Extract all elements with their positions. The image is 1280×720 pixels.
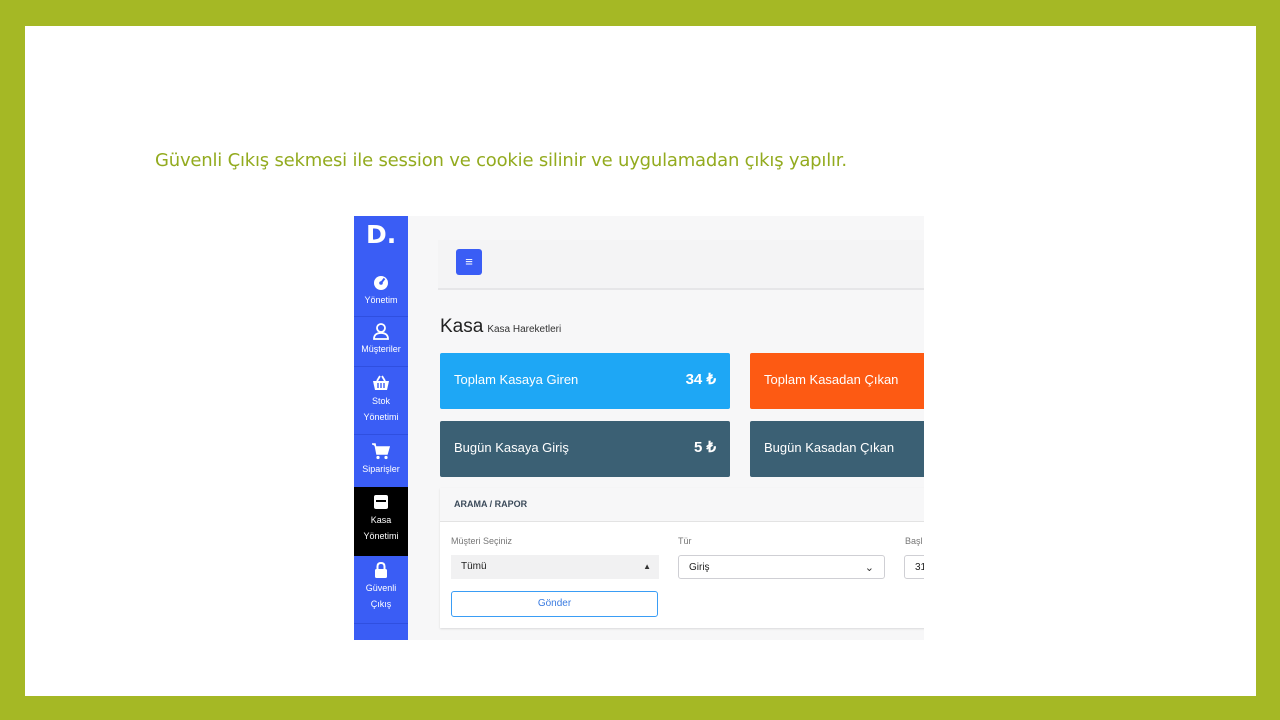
stat-card-total-out: Toplam Kasadan Çıkan bbox=[750, 353, 924, 409]
panel-title: ARAMA / RAPOR bbox=[454, 499, 528, 509]
type-select-value: Giriş bbox=[689, 562, 710, 573]
panel-header: ARAMA / RAPOR bbox=[440, 488, 924, 522]
top-bar: ≡ bbox=[438, 240, 924, 290]
sidebar-item-label: Siparişler bbox=[362, 464, 400, 474]
sidebar-item-kasa-yonetimi[interactable]: Kasa Yönetimi bbox=[354, 487, 408, 556]
customer-select-value: Tümü bbox=[461, 561, 487, 572]
sidebar-item-label: Müşteriler bbox=[361, 344, 401, 354]
customer-label: Müşteri Seçiniz bbox=[451, 536, 513, 546]
sidebar-item-label: Kasa bbox=[370, 515, 392, 525]
app-logo[interactable]: D. bbox=[354, 216, 408, 254]
sidebar-item-siparisler[interactable]: Siparişler bbox=[354, 441, 408, 477]
start-date-label: Başl bbox=[905, 536, 923, 546]
slide-caption: Güvenli Çıkış sekmesi ile session ve coo… bbox=[155, 150, 847, 171]
sidebar-item-label: Güvenli bbox=[365, 583, 397, 593]
sidebar-item-guvenli-cikis[interactable]: Güvenli Çıkış bbox=[354, 560, 408, 612]
search-report-panel: ARAMA / RAPOR Müşteri Seçiniz Tümü ▲ Tür… bbox=[440, 488, 924, 628]
submit-button[interactable]: Gönder bbox=[451, 591, 658, 617]
stat-card-total-in: Toplam Kasaya Giren 34 ₺ bbox=[440, 353, 730, 409]
page-title-text: Kasa bbox=[440, 316, 484, 337]
lock-icon bbox=[375, 561, 387, 578]
sidebar-item-label: Yönetimi bbox=[363, 531, 399, 541]
sidebar-item-label: Yönetimi bbox=[363, 412, 399, 422]
stat-label: Bugün Kasaya Giriş bbox=[454, 440, 569, 455]
stat-label: Toplam Kasaya Giren bbox=[454, 372, 579, 387]
sidebar-item-yonetim[interactable]: Yönetim bbox=[354, 272, 408, 308]
start-date-input[interactable]: 31 bbox=[904, 555, 924, 579]
stat-label: Toplam Kasadan Çıkan bbox=[764, 372, 899, 387]
app-screenshot: D. Yönetim Müşteriler Stok Yönetimi Sipa… bbox=[354, 216, 924, 640]
nav-divider bbox=[354, 316, 408, 317]
chevron-down-icon: ⌄ bbox=[864, 562, 874, 574]
customer-select[interactable]: Tümü ▲ bbox=[451, 555, 659, 579]
stat-card-today-out: Bugün Kasadan Çıkan bbox=[750, 421, 924, 477]
start-date-value: 31 bbox=[915, 562, 924, 573]
nav-divider bbox=[354, 623, 408, 624]
stat-card-today-in: Bugün Kasaya Giriş 5 ₺ bbox=[440, 421, 730, 477]
cart-icon bbox=[372, 443, 391, 460]
nav-divider bbox=[354, 434, 408, 435]
page-title: Kasa Kasa Hareketleri bbox=[440, 316, 561, 338]
sidebar-item-stok-yonetimi[interactable]: Stok Yönetimi bbox=[354, 373, 408, 425]
sidebar-item-musteriler[interactable]: Müşteriler bbox=[354, 321, 408, 357]
stat-label: Bugün Kasadan Çıkan bbox=[764, 440, 895, 455]
type-select[interactable]: Giriş ⌄ bbox=[678, 555, 885, 579]
page-subtitle: Kasa Hareketleri bbox=[487, 324, 562, 335]
hamburger-icon[interactable]: ≡ bbox=[456, 249, 482, 275]
sidebar-item-label: Yönetim bbox=[364, 295, 398, 305]
dashboard-icon bbox=[374, 276, 388, 290]
basket-icon bbox=[373, 375, 389, 390]
caret-up-icon: ▲ bbox=[643, 562, 651, 571]
stat-value: 5 ₺ bbox=[693, 439, 716, 456]
user-icon bbox=[373, 323, 389, 340]
type-label: Tür bbox=[678, 536, 692, 546]
nav-divider bbox=[354, 366, 408, 367]
sidebar-item-label: Çıkış bbox=[370, 599, 392, 609]
cash-register-icon bbox=[374, 495, 388, 509]
stat-value: 34 ₺ bbox=[685, 371, 716, 388]
sidebar: D. Yönetim Müşteriler Stok Yönetimi Sipa… bbox=[354, 216, 408, 640]
sidebar-item-label: Stok bbox=[371, 396, 390, 406]
